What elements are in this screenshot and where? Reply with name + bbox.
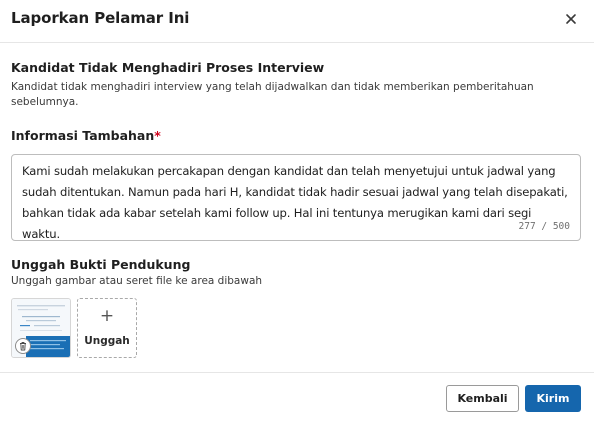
additional-info-textarea[interactable]: Kami sudah melakukan percakapan dengan k… [11,154,581,241]
additional-info-text[interactable]: Kami sudah melakukan percakapan dengan k… [22,161,572,245]
close-button[interactable] [562,10,580,28]
additional-info-label: Informasi Tambahan* [11,128,161,143]
character-counter: 277 / 500 [518,221,570,232]
reason-description: Kandidat tidak menghadiri interview yang… [11,81,534,108]
uploaded-file-thumbnail[interactable] [11,298,71,358]
evidence-description: Unggah gambar atau seret file ke area di… [11,275,263,287]
dialog-header: Laporkan Pelamar Ini [0,0,594,43]
send-button[interactable]: Kirim [525,385,581,412]
dialog-title: Laporkan Pelamar Ini [11,9,190,27]
plus-icon: + [99,306,115,326]
upload-label: Unggah [84,335,130,347]
delete-file-button[interactable] [15,338,31,354]
close-icon [566,14,576,24]
upload-button[interactable]: + Unggah [77,298,137,358]
required-mark: * [154,128,161,143]
additional-info-label-text: Informasi Tambahan [11,128,155,143]
trash-icon [20,342,26,351]
back-button[interactable]: Kembali [446,385,519,412]
report-applicant-dialog: Laporkan Pelamar Ini Kandidat Tidak Meng… [0,0,594,422]
evidence-label: Unggah Bukti Pendukung [11,257,191,272]
reason-title: Kandidat Tidak Menghadiri Proses Intervi… [11,60,325,75]
